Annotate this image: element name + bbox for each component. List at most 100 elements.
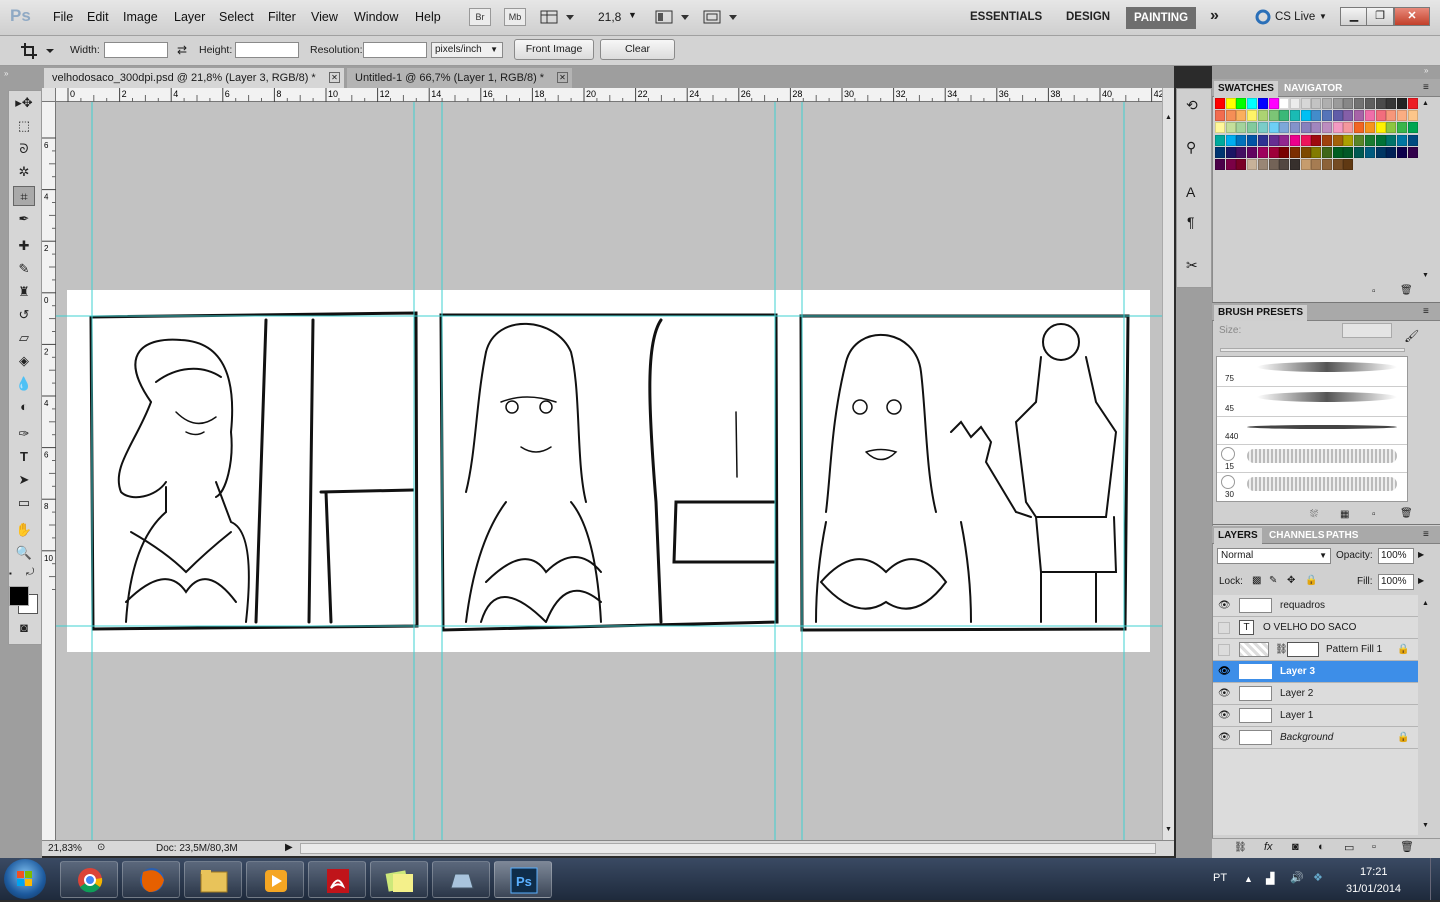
move-tool-icon[interactable]: ▸✥ — [13, 93, 35, 113]
opacity-field[interactable]: 100% — [1378, 548, 1414, 564]
clock-date[interactable]: 31/01/2014 — [1346, 883, 1401, 895]
color-swatch[interactable] — [1225, 110, 1236, 122]
layer-row-layer-1[interactable]: 👁 Layer 1 — [1213, 705, 1418, 727]
color-swatch[interactable] — [1268, 146, 1279, 158]
color-swatch[interactable] — [1257, 98, 1268, 109]
lock-position-icon[interactable]: ✥ — [1287, 575, 1295, 586]
color-swatch[interactable] — [1300, 159, 1311, 170]
brush-size-slider[interactable] — [1220, 348, 1405, 352]
network-icon[interactable]: ▟ — [1266, 872, 1274, 885]
color-swatch[interactable] — [1364, 146, 1375, 158]
taskbar-acrobat[interactable] — [308, 861, 366, 898]
color-swatch[interactable] — [1279, 146, 1290, 158]
eye-icon[interactable]: 👁 — [1218, 732, 1231, 744]
color-swatch[interactable] — [1300, 146, 1311, 158]
color-swatch[interactable] — [1386, 110, 1397, 122]
color-swatch[interactable] — [1247, 98, 1258, 109]
color-swatch[interactable] — [1279, 159, 1290, 170]
color-swatch[interactable] — [1247, 134, 1258, 146]
delete-swatch-icon[interactable]: 🗑 — [1400, 285, 1413, 296]
color-swatch[interactable] — [1322, 146, 1332, 158]
horizontal-scrollbar[interactable] — [300, 843, 1156, 854]
taskbar-explorer[interactable] — [184, 861, 242, 898]
color-swatch[interactable] — [1289, 146, 1300, 158]
input-language[interactable]: PT — [1213, 872, 1227, 884]
crop-tool-preset-picker[interactable] — [20, 40, 56, 60]
bridge-button[interactable]: Br — [469, 8, 491, 26]
color-swatch[interactable] — [1386, 98, 1397, 109]
zoom-level-display[interactable]: 21,8 — [598, 10, 621, 24]
color-swatch[interactable] — [1215, 110, 1225, 122]
color-swatch[interactable] — [1225, 122, 1236, 134]
close-button[interactable]: ✕ — [1394, 7, 1430, 26]
color-swatch[interactable] — [1343, 98, 1354, 109]
crop-tool-icon[interactable]: ⌗ — [13, 186, 35, 206]
color-swatch[interactable] — [1364, 134, 1375, 146]
color-swatch[interactable] — [1279, 98, 1290, 109]
color-swatch[interactable] — [1257, 122, 1268, 134]
status-menu-arrow-icon[interactable]: ▶ — [285, 842, 293, 853]
color-swatch[interactable] — [1375, 122, 1386, 134]
taskbar-chrome[interactable] — [60, 861, 118, 898]
color-swatch[interactable] — [1364, 122, 1375, 134]
delete-brush-icon[interactable]: 🗑 — [1400, 508, 1413, 519]
color-swatch[interactable] — [1268, 110, 1279, 122]
quick-mask-icon[interactable]: ◙ — [13, 618, 35, 638]
document-tab-active[interactable]: velhodosaco_300dpi.psd @ 21,8% (Layer 3,… — [44, 68, 344, 88]
delete-layer-icon[interactable]: 🗑 — [1400, 840, 1414, 853]
eye-icon[interactable]: 👁 — [1218, 710, 1231, 722]
color-swatch[interactable] — [1236, 134, 1247, 146]
new-layer-icon[interactable]: ▫ — [1372, 841, 1376, 853]
color-swatch[interactable] — [1375, 110, 1386, 122]
color-swatch[interactable] — [1396, 134, 1407, 146]
brush-preset-item[interactable]: 45 — [1217, 387, 1407, 417]
workspace-painting[interactable]: PAINTING — [1126, 7, 1196, 29]
tab-layers[interactable]: LAYERS — [1214, 528, 1262, 544]
history-panel-icon[interactable]: ⟲ — [1186, 97, 1198, 114]
link-layers-icon[interactable]: ⛓ — [1234, 842, 1247, 853]
foreground-color-swatch[interactable] — [9, 586, 29, 606]
color-swatch[interactable] — [1354, 146, 1365, 158]
color-swatch[interactable] — [1332, 98, 1343, 109]
paint-bucket-tool-icon[interactable]: ◈ — [13, 351, 35, 371]
layer-style-icon[interactable]: fx — [1264, 841, 1273, 853]
status-info-icon[interactable]: ⊙ — [97, 842, 105, 853]
opacity-slider-arrow-icon[interactable]: ▶ — [1418, 550, 1424, 559]
color-swatch[interactable] — [1247, 146, 1258, 158]
visibility-toggle-off[interactable] — [1218, 622, 1230, 634]
brush-preset-item[interactable]: 15 — [1217, 445, 1407, 473]
character-panel-icon[interactable]: A — [1186, 184, 1195, 200]
brush-preset-item[interactable]: 75 — [1217, 357, 1407, 387]
vertical-scrollbar[interactable]: ▲ ▼ — [1162, 88, 1174, 840]
layer-row-o-velho-do-saco[interactable]: T O VELHO DO SACO — [1213, 617, 1418, 639]
eraser-tool-icon[interactable]: ▱ — [13, 328, 35, 348]
create-brush-icon[interactable]: ▦ — [1340, 509, 1349, 520]
close-tab-icon[interactable]: ✕ — [329, 72, 340, 83]
resolution-field[interactable] — [363, 42, 427, 58]
marquee-tool-icon[interactable]: ⬚ — [13, 116, 35, 136]
tab-swatches[interactable]: SWATCHES — [1214, 81, 1278, 97]
color-swatch[interactable] — [1225, 146, 1236, 158]
layer-row-pattern-fill-1[interactable]: ⛓ Pattern Fill 1 🔒 — [1213, 639, 1418, 661]
horizontal-ruler[interactable]: 0 2 4 6 8 10 12 14 16 18 20 22 24 26 28 30 32 34 36 38 40 42 — [56, 88, 1191, 102]
color-swatch[interactable] — [1247, 122, 1258, 134]
color-swatch[interactable] — [1407, 146, 1418, 158]
new-brush-icon[interactable]: ▫ — [1372, 509, 1376, 520]
panel-menu-icon[interactable]: ≡ — [1423, 529, 1429, 540]
resolution-units-select[interactable]: pixels/inch ▼ — [431, 42, 503, 58]
taskbar-firefox[interactable] — [122, 861, 180, 898]
color-swatch[interactable] — [1257, 110, 1268, 122]
color-swatch[interactable] — [1300, 110, 1311, 122]
color-swatch[interactable] — [1322, 159, 1332, 170]
workspace-design[interactable]: DESIGN — [1066, 11, 1110, 23]
color-swatch[interactable] — [1311, 122, 1322, 134]
layer-row-layer-2[interactable]: 👁 Layer 2 — [1213, 683, 1418, 705]
menu-select[interactable]: Select — [219, 10, 254, 24]
color-swatch[interactable] — [1375, 134, 1386, 146]
quick-selection-tool-icon[interactable]: ✲ — [13, 162, 35, 182]
color-swatch[interactable] — [1386, 134, 1397, 146]
new-swatch-icon[interactable]: ▫ — [1372, 286, 1376, 297]
dodge-tool-icon[interactable]: ◐ — [13, 397, 35, 417]
lock-transparency-icon[interactable]: ▩ — [1252, 575, 1261, 586]
color-swatch[interactable] — [1268, 122, 1279, 134]
